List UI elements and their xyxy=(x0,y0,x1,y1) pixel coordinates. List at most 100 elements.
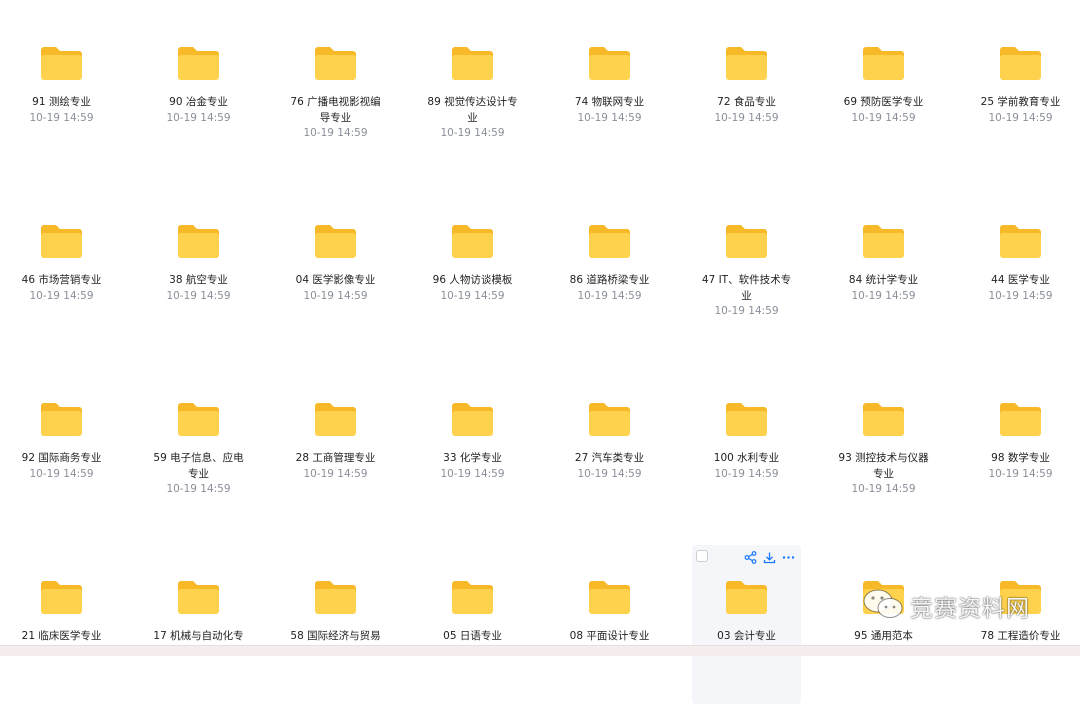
folder-name-text: 93 测控技术与仪器专业 xyxy=(838,452,929,480)
folder-icon xyxy=(41,400,82,436)
folder-name-text: 59 电子信息、应电专业 xyxy=(153,452,244,480)
folder-icon xyxy=(178,222,219,258)
modified-date: 10-19 14:59 xyxy=(29,111,94,124)
folder-icon xyxy=(589,222,630,258)
folder-icon xyxy=(589,400,630,436)
modified-date: 10-19 14:59 xyxy=(166,111,231,124)
bottom-strip xyxy=(0,645,1080,656)
folder-name: 28 工商管理专业 10-19 14:59 xyxy=(289,451,382,482)
folder-item[interactable]: 38 航空专业 10-19 14:59 xyxy=(144,178,253,348)
folder-icon xyxy=(41,222,82,258)
folder-item[interactable]: 74 物联网专业 10-19 14:59 xyxy=(555,0,664,170)
folder-icon xyxy=(1000,578,1041,614)
folder-name: 90 冶金专业 10-19 14:59 xyxy=(152,95,245,126)
folder-icon xyxy=(589,44,630,80)
folder-name: 04 医学影像专业 10-19 14:59 xyxy=(289,273,382,304)
folder-icon xyxy=(863,578,904,614)
folder-item[interactable]: 72 食品专业 10-19 14:59 xyxy=(692,0,801,170)
folder-item[interactable]: 84 统计学专业 10-19 14:59 xyxy=(829,178,938,348)
folder-name: 95 通用范本 xyxy=(837,629,930,645)
modified-date: 10-19 14:59 xyxy=(303,289,368,302)
folder-name-text: 90 冶金专业 xyxy=(169,96,228,108)
modified-date: 10-19 14:59 xyxy=(440,467,505,480)
modified-date: 10-19 14:59 xyxy=(851,111,916,124)
folder-item[interactable]: 78 工程造价专业 xyxy=(966,534,1075,704)
share-icon[interactable] xyxy=(744,549,757,564)
folder-item[interactable]: 59 电子信息、应电专业 10-19 14:59 xyxy=(144,356,253,526)
folder-icon xyxy=(315,44,356,80)
folder-item[interactable]: 90 冶金专业 10-19 14:59 xyxy=(144,0,253,170)
folder-item[interactable]: 98 数学专业 10-19 14:59 xyxy=(966,356,1075,526)
download-icon[interactable] xyxy=(763,549,776,564)
folder-item[interactable]: 08 平面设计专业 xyxy=(555,534,664,704)
folder-item[interactable]: 25 学前教育专业 10-19 14:59 xyxy=(966,0,1075,170)
folder-item[interactable]: 33 化学专业 10-19 14:59 xyxy=(418,356,527,526)
folder-icon xyxy=(178,44,219,80)
modified-date: 10-19 14:59 xyxy=(29,289,94,302)
modified-date: 10-19 14:59 xyxy=(714,111,779,124)
folder-name-text: 69 预防医学专业 xyxy=(843,96,924,108)
folder-name-text: 92 国际商务专业 xyxy=(21,452,102,464)
folder-name: 59 电子信息、应电专业 10-19 14:59 xyxy=(152,451,245,498)
folder-name: 05 日语专业 xyxy=(426,629,519,645)
folder-name-text: 27 汽车类专业 xyxy=(574,452,645,464)
modified-date: 10-19 14:59 xyxy=(577,111,642,124)
folder-name-text: 84 统计学专业 xyxy=(848,274,919,286)
modified-date: 10-19 14:59 xyxy=(303,127,368,139)
folder-name: 92 国际商务专业 10-19 14:59 xyxy=(15,451,108,482)
folder-icon xyxy=(41,44,82,80)
folder-icon xyxy=(178,578,219,614)
folder-icon xyxy=(726,400,767,436)
folder-name: 74 物联网专业 10-19 14:59 xyxy=(563,95,656,126)
modified-date: 10-19 14:59 xyxy=(166,289,231,302)
folder-name: 08 平面设计专业 xyxy=(563,629,656,645)
folder-item[interactable]: 27 汽车类专业 10-19 14:59 xyxy=(555,356,664,526)
folder-name-text: 96 人物访谈模板 xyxy=(432,274,513,286)
folder-name-text: 03 会计专业 xyxy=(717,630,776,642)
folder-icon xyxy=(863,400,904,436)
folder-item[interactable]: 05 日语专业 xyxy=(418,534,527,704)
folder-icon xyxy=(452,400,493,436)
modified-date: 10-19 14:59 xyxy=(303,467,368,480)
modified-date: 10-19 14:59 xyxy=(988,111,1053,124)
folder-item[interactable]: 95 通用范本 xyxy=(829,534,938,704)
folder-item[interactable]: 58 国际经济与贸易 xyxy=(281,534,390,704)
folder-item[interactable]: 03 会计专业 xyxy=(692,545,801,704)
folder-name: 86 道路桥梁专业 10-19 14:59 xyxy=(563,273,656,304)
folder-name-text: 98 数学专业 xyxy=(991,452,1050,464)
select-checkbox[interactable] xyxy=(696,550,708,562)
folder-name-text: 04 医学影像专业 xyxy=(295,274,376,286)
folder-name: 33 化学专业 10-19 14:59 xyxy=(426,451,519,482)
folder-name-text: 38 航空专业 xyxy=(169,274,228,286)
folder-icon xyxy=(315,400,356,436)
folder-icon xyxy=(1000,400,1041,436)
folder-item[interactable]: 21 临床医学专业 xyxy=(7,534,116,704)
folder-item[interactable]: 04 医学影像专业 10-19 14:59 xyxy=(281,178,390,348)
folder-item[interactable]: 91 测绘专业 10-19 14:59 xyxy=(7,0,116,170)
folder-item[interactable]: 69 预防医学专业 10-19 14:59 xyxy=(829,0,938,170)
folder-icon xyxy=(1000,222,1041,258)
folder-icon xyxy=(726,222,767,258)
folder-item[interactable]: 93 测控技术与仪器专业 10-19 14:59 xyxy=(829,356,938,526)
modified-date: 10-19 14:59 xyxy=(166,483,231,495)
folder-item[interactable]: 46 市场营销专业 10-19 14:59 xyxy=(7,178,116,348)
folder-item[interactable]: 17 机械与自动化专 xyxy=(144,534,253,704)
folder-item[interactable]: 86 道路桥梁专业 10-19 14:59 xyxy=(555,178,664,348)
folder-item[interactable]: 96 人物访谈模板 10-19 14:59 xyxy=(418,178,527,348)
folder-item[interactable]: 92 国际商务专业 10-19 14:59 xyxy=(7,356,116,526)
folder-item[interactable]: 89 视觉传达设计专业 10-19 14:59 xyxy=(418,0,527,170)
folder-item[interactable]: 28 工商管理专业 10-19 14:59 xyxy=(281,356,390,526)
folder-name-text: 91 测绘专业 xyxy=(32,96,91,108)
folder-item[interactable]: 44 医学专业 10-19 14:59 xyxy=(966,178,1075,348)
folder-name: 96 人物访谈模板 10-19 14:59 xyxy=(426,273,519,304)
folder-icon xyxy=(726,578,767,614)
folder-name-text: 86 道路桥梁专业 xyxy=(569,274,650,286)
folder-icon xyxy=(589,578,630,614)
folder-icon xyxy=(452,44,493,80)
folder-item[interactable]: 47 IT、软件技术专业 10-19 14:59 xyxy=(692,178,801,348)
folder-icon xyxy=(1000,44,1041,80)
folder-item[interactable]: 100 水利专业 10-19 14:59 xyxy=(692,356,801,526)
folder-item[interactable]: 76 广播电视影视编导专业 10-19 14:59 xyxy=(281,0,390,170)
more-icon[interactable] xyxy=(782,549,795,562)
folder-name: 47 IT、软件技术专业 10-19 14:59 xyxy=(700,273,793,320)
